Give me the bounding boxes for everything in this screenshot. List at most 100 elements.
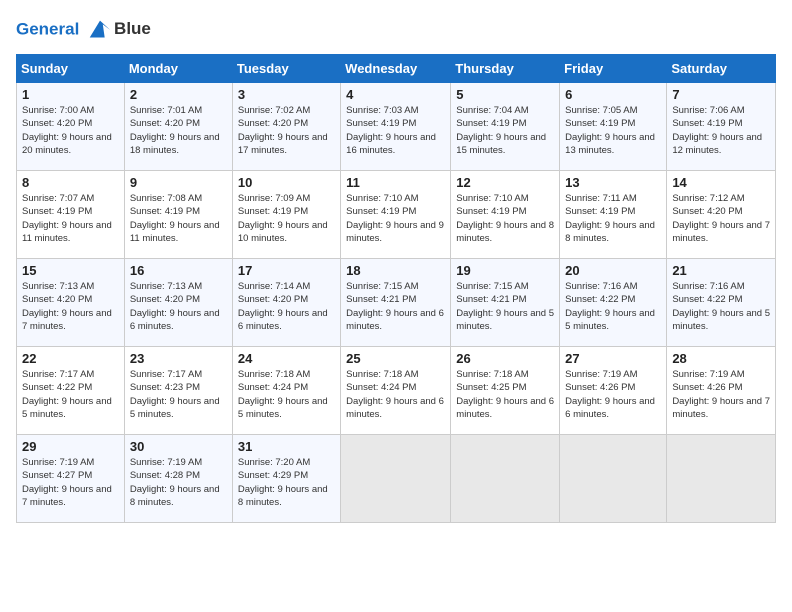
calendar-cell [451, 435, 560, 523]
calendar-cell: 6 Sunrise: 7:05 AM Sunset: 4:19 PM Dayli… [560, 83, 667, 171]
calendar-table: SundayMondayTuesdayWednesdayThursdayFrid… [16, 54, 776, 523]
day-info: Sunrise: 7:06 AM Sunset: 4:19 PM Dayligh… [672, 104, 770, 157]
calendar-cell [667, 435, 776, 523]
day-info: Sunrise: 7:18 AM Sunset: 4:24 PM Dayligh… [346, 368, 445, 421]
calendar-week-row: 15 Sunrise: 7:13 AM Sunset: 4:20 PM Dayl… [17, 259, 776, 347]
logo-general: General [16, 19, 79, 38]
calendar-cell: 2 Sunrise: 7:01 AM Sunset: 4:20 PM Dayli… [124, 83, 232, 171]
calendar-cell: 24 Sunrise: 7:18 AM Sunset: 4:24 PM Dayl… [232, 347, 340, 435]
calendar-cell: 8 Sunrise: 7:07 AM Sunset: 4:19 PM Dayli… [17, 171, 125, 259]
day-info: Sunrise: 7:03 AM Sunset: 4:19 PM Dayligh… [346, 104, 445, 157]
calendar-week-row: 8 Sunrise: 7:07 AM Sunset: 4:19 PM Dayli… [17, 171, 776, 259]
calendar-cell: 29 Sunrise: 7:19 AM Sunset: 4:27 PM Dayl… [17, 435, 125, 523]
day-info: Sunrise: 7:08 AM Sunset: 4:19 PM Dayligh… [130, 192, 227, 245]
day-info: Sunrise: 7:10 AM Sunset: 4:19 PM Dayligh… [346, 192, 445, 245]
day-number: 20 [565, 263, 661, 278]
calendar-cell: 19 Sunrise: 7:15 AM Sunset: 4:21 PM Dayl… [451, 259, 560, 347]
day-info: Sunrise: 7:15 AM Sunset: 4:21 PM Dayligh… [456, 280, 554, 333]
day-number: 5 [456, 87, 554, 102]
day-number: 12 [456, 175, 554, 190]
day-info: Sunrise: 7:19 AM Sunset: 4:28 PM Dayligh… [130, 456, 227, 509]
page-header: General Blue [16, 16, 776, 44]
logo: General Blue [16, 16, 151, 44]
weekday-header: Monday [124, 55, 232, 83]
day-number: 23 [130, 351, 227, 366]
weekday-header: Tuesday [232, 55, 340, 83]
calendar-week-row: 29 Sunrise: 7:19 AM Sunset: 4:27 PM Dayl… [17, 435, 776, 523]
calendar-cell: 30 Sunrise: 7:19 AM Sunset: 4:28 PM Dayl… [124, 435, 232, 523]
day-info: Sunrise: 7:10 AM Sunset: 4:19 PM Dayligh… [456, 192, 554, 245]
calendar-cell: 17 Sunrise: 7:14 AM Sunset: 4:20 PM Dayl… [232, 259, 340, 347]
weekday-header: Sunday [17, 55, 125, 83]
day-number: 26 [456, 351, 554, 366]
day-number: 16 [130, 263, 227, 278]
day-number: 22 [22, 351, 119, 366]
calendar-cell: 13 Sunrise: 7:11 AM Sunset: 4:19 PM Dayl… [560, 171, 667, 259]
calendar-cell [341, 435, 451, 523]
day-number: 2 [130, 87, 227, 102]
weekday-header: Wednesday [341, 55, 451, 83]
day-info: Sunrise: 7:17 AM Sunset: 4:23 PM Dayligh… [130, 368, 227, 421]
day-number: 8 [22, 175, 119, 190]
day-info: Sunrise: 7:18 AM Sunset: 4:24 PM Dayligh… [238, 368, 335, 421]
day-number: 24 [238, 351, 335, 366]
day-info: Sunrise: 7:19 AM Sunset: 4:26 PM Dayligh… [672, 368, 770, 421]
calendar-cell: 11 Sunrise: 7:10 AM Sunset: 4:19 PM Dayl… [341, 171, 451, 259]
calendar-cell: 12 Sunrise: 7:10 AM Sunset: 4:19 PM Dayl… [451, 171, 560, 259]
day-info: Sunrise: 7:20 AM Sunset: 4:29 PM Dayligh… [238, 456, 335, 509]
logo-bird-icon [86, 16, 114, 44]
calendar-cell: 14 Sunrise: 7:12 AM Sunset: 4:20 PM Dayl… [667, 171, 776, 259]
calendar-cell: 28 Sunrise: 7:19 AM Sunset: 4:26 PM Dayl… [667, 347, 776, 435]
calendar-cell: 3 Sunrise: 7:02 AM Sunset: 4:20 PM Dayli… [232, 83, 340, 171]
day-info: Sunrise: 7:02 AM Sunset: 4:20 PM Dayligh… [238, 104, 335, 157]
calendar-cell: 21 Sunrise: 7:16 AM Sunset: 4:22 PM Dayl… [667, 259, 776, 347]
calendar-cell: 23 Sunrise: 7:17 AM Sunset: 4:23 PM Dayl… [124, 347, 232, 435]
day-number: 28 [672, 351, 770, 366]
calendar-cell: 25 Sunrise: 7:18 AM Sunset: 4:24 PM Dayl… [341, 347, 451, 435]
day-info: Sunrise: 7:15 AM Sunset: 4:21 PM Dayligh… [346, 280, 445, 333]
day-info: Sunrise: 7:04 AM Sunset: 4:19 PM Dayligh… [456, 104, 554, 157]
calendar-cell: 10 Sunrise: 7:09 AM Sunset: 4:19 PM Dayl… [232, 171, 340, 259]
day-info: Sunrise: 7:12 AM Sunset: 4:20 PM Dayligh… [672, 192, 770, 245]
day-info: Sunrise: 7:01 AM Sunset: 4:20 PM Dayligh… [130, 104, 227, 157]
calendar-week-row: 22 Sunrise: 7:17 AM Sunset: 4:22 PM Dayl… [17, 347, 776, 435]
day-info: Sunrise: 7:19 AM Sunset: 4:26 PM Dayligh… [565, 368, 661, 421]
calendar-body: 1 Sunrise: 7:00 AM Sunset: 4:20 PM Dayli… [17, 83, 776, 523]
calendar-cell: 26 Sunrise: 7:18 AM Sunset: 4:25 PM Dayl… [451, 347, 560, 435]
day-number: 27 [565, 351, 661, 366]
day-info: Sunrise: 7:07 AM Sunset: 4:19 PM Dayligh… [22, 192, 119, 245]
day-number: 25 [346, 351, 445, 366]
day-info: Sunrise: 7:16 AM Sunset: 4:22 PM Dayligh… [672, 280, 770, 333]
day-number: 18 [346, 263, 445, 278]
day-info: Sunrise: 7:05 AM Sunset: 4:19 PM Dayligh… [565, 104, 661, 157]
day-number: 19 [456, 263, 554, 278]
day-number: 1 [22, 87, 119, 102]
day-info: Sunrise: 7:09 AM Sunset: 4:19 PM Dayligh… [238, 192, 335, 245]
day-info: Sunrise: 7:13 AM Sunset: 4:20 PM Dayligh… [22, 280, 119, 333]
day-number: 7 [672, 87, 770, 102]
day-number: 13 [565, 175, 661, 190]
day-number: 10 [238, 175, 335, 190]
calendar-cell: 15 Sunrise: 7:13 AM Sunset: 4:20 PM Dayl… [17, 259, 125, 347]
calendar-cell: 31 Sunrise: 7:20 AM Sunset: 4:29 PM Dayl… [232, 435, 340, 523]
day-info: Sunrise: 7:17 AM Sunset: 4:22 PM Dayligh… [22, 368, 119, 421]
calendar-cell: 16 Sunrise: 7:13 AM Sunset: 4:20 PM Dayl… [124, 259, 232, 347]
day-info: Sunrise: 7:18 AM Sunset: 4:25 PM Dayligh… [456, 368, 554, 421]
day-number: 21 [672, 263, 770, 278]
day-info: Sunrise: 7:00 AM Sunset: 4:20 PM Dayligh… [22, 104, 119, 157]
day-number: 30 [130, 439, 227, 454]
day-info: Sunrise: 7:11 AM Sunset: 4:19 PM Dayligh… [565, 192, 661, 245]
day-number: 9 [130, 175, 227, 190]
calendar-cell: 9 Sunrise: 7:08 AM Sunset: 4:19 PM Dayli… [124, 171, 232, 259]
calendar-cell: 18 Sunrise: 7:15 AM Sunset: 4:21 PM Dayl… [341, 259, 451, 347]
day-number: 6 [565, 87, 661, 102]
day-number: 31 [238, 439, 335, 454]
calendar-header-row: SundayMondayTuesdayWednesdayThursdayFrid… [17, 55, 776, 83]
calendar-cell: 1 Sunrise: 7:00 AM Sunset: 4:20 PM Dayli… [17, 83, 125, 171]
calendar-cell: 27 Sunrise: 7:19 AM Sunset: 4:26 PM Dayl… [560, 347, 667, 435]
day-number: 15 [22, 263, 119, 278]
day-number: 29 [22, 439, 119, 454]
day-number: 17 [238, 263, 335, 278]
day-number: 11 [346, 175, 445, 190]
weekday-header: Saturday [667, 55, 776, 83]
